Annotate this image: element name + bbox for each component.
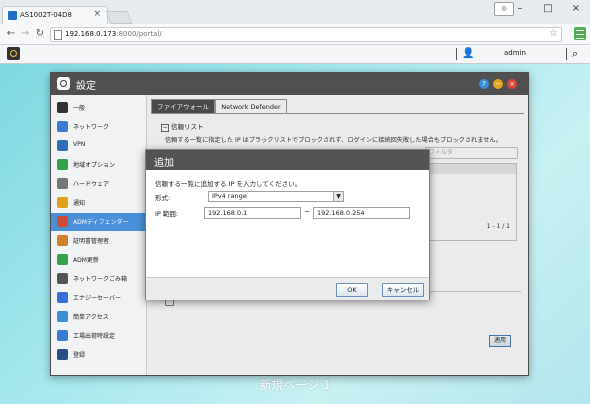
adm-home-icon[interactable] bbox=[7, 47, 20, 60]
hardware-icon bbox=[57, 178, 68, 189]
register-icon bbox=[57, 349, 68, 360]
format-select[interactable]: IPv4 range ▼ bbox=[208, 191, 344, 202]
new-tab-button[interactable] bbox=[105, 11, 133, 24]
sidebar-item-label: 一般 bbox=[73, 105, 86, 112]
browser-toolbar: ← → ↻ 192.168.0.173:8000/portal/ ☆ bbox=[0, 24, 590, 45]
ip-range-separator: ~ bbox=[304, 208, 310, 216]
settings-titlebar: 設定 ? − × bbox=[51, 73, 528, 95]
defender-icon bbox=[57, 216, 68, 227]
desktop-page-label: 新規ページ 1 bbox=[259, 378, 331, 392]
close-settings-icon[interactable]: × bbox=[507, 79, 517, 89]
url-text: 192.168.0.173:8000/portal/ bbox=[65, 30, 162, 38]
ok-button[interactable]: OK bbox=[336, 283, 368, 297]
sidebar-item-label: エナジーセーバー bbox=[73, 295, 121, 302]
sidebar-item[interactable]: 工場出荷時設定 bbox=[51, 327, 146, 345]
sidebar-item[interactable]: ADMディフェンダー bbox=[51, 213, 146, 231]
factory-reset-icon bbox=[57, 330, 68, 341]
minimize-button[interactable]: – bbox=[506, 0, 534, 18]
sidebar-item-label: ADMディフェンダー bbox=[73, 219, 129, 226]
username-label[interactable]: admin bbox=[504, 49, 526, 57]
sidebar-item-label: 通知 bbox=[73, 200, 86, 207]
certificate-icon bbox=[57, 235, 68, 246]
back-icon[interactable]: ← bbox=[4, 27, 18, 41]
sidebar-item-label: ADM更新 bbox=[73, 257, 99, 264]
dialog-footer: OK キャンセル bbox=[146, 277, 429, 300]
chevron-down-icon[interactable]: ▼ bbox=[333, 192, 343, 201]
dialog-body: 信頼する一覧に追加する IP を入力してください。 形式: IPv4 range… bbox=[146, 170, 429, 277]
settings-title: 設定 bbox=[76, 81, 96, 92]
sidebar-item[interactable]: 地域オプション bbox=[51, 156, 146, 174]
taskbar-divider bbox=[566, 48, 567, 60]
energy-icon bbox=[57, 292, 68, 303]
tab-close-icon[interactable]: × bbox=[93, 9, 101, 19]
vpn-icon bbox=[57, 140, 68, 151]
browser-tab[interactable]: AS1002T-04D8 × bbox=[2, 6, 108, 25]
minimize-window-icon[interactable]: − bbox=[493, 79, 503, 89]
maximize-button[interactable]: □ bbox=[534, 0, 562, 18]
browser-tab-strip: AS1002T-04D8 × ◎ – □ × bbox=[0, 0, 590, 25]
forward-icon[interactable]: → bbox=[18, 27, 32, 41]
settings-gear-icon bbox=[57, 77, 70, 90]
dialog-titlebar: 追加 bbox=[146, 150, 429, 170]
taskbar-divider bbox=[456, 48, 457, 60]
network-icon bbox=[57, 121, 68, 132]
add-dialog: 追加 信頼する一覧に追加する IP を入力してください。 形式: IPv4 ra… bbox=[145, 149, 430, 300]
close-window-button[interactable]: × bbox=[562, 0, 590, 18]
reload-icon[interactable]: ↻ bbox=[33, 27, 47, 41]
address-bar[interactable]: 192.168.0.173:8000/portal/ ☆ bbox=[50, 27, 562, 42]
sidebar-item[interactable]: ネットワークごみ箱 bbox=[51, 270, 146, 288]
sidebar-item[interactable]: 証明書管理者 bbox=[51, 232, 146, 250]
notification-icon bbox=[57, 197, 68, 208]
sidebar-item[interactable]: VPN bbox=[51, 137, 146, 155]
sidebar-item-label: ハードウェア bbox=[73, 181, 110, 188]
region-icon bbox=[57, 159, 68, 170]
sidebar-item[interactable]: 登録 bbox=[51, 346, 146, 364]
sidebar-item-label: 登録 bbox=[73, 352, 86, 359]
sidebar-item[interactable]: ネットワーク bbox=[51, 118, 146, 136]
sidebar-item-label: 地域オプション bbox=[73, 162, 116, 169]
sidebar-item[interactable]: 一般 bbox=[51, 99, 146, 117]
page-info-icon[interactable] bbox=[54, 30, 62, 40]
adm-taskbar: 👤 admin ⌕ bbox=[0, 45, 590, 64]
favicon-icon bbox=[8, 11, 17, 20]
sidebar-item-label: ネットワーク bbox=[73, 124, 110, 131]
update-icon bbox=[57, 254, 68, 265]
browser-menu-icon[interactable] bbox=[574, 27, 586, 40]
dialog-instruction: 信頼する一覧に追加する IP を入力してください。 bbox=[155, 180, 302, 188]
sidebar-item[interactable]: 通知 bbox=[51, 194, 146, 212]
sidebar-item[interactable]: ADM更新 bbox=[51, 251, 146, 269]
window-controls: – □ × bbox=[506, 0, 590, 18]
ip-range-label: IP 範囲: bbox=[155, 210, 179, 218]
sidebar-item[interactable]: 簡単アクセス bbox=[51, 308, 146, 326]
format-label: 形式: bbox=[155, 194, 171, 202]
sidebar-item[interactable]: エナジーセーバー bbox=[51, 289, 146, 307]
settings-sidebar: 一般ネットワーク VPN 地域オプション ハードウェア 通知 ADMディフェンダー 証明書管… bbox=[51, 95, 147, 375]
sidebar-item-label: VPN bbox=[73, 141, 86, 148]
ip-start-input[interactable]: 192.168.0.1 bbox=[204, 207, 301, 219]
bookmark-star-icon[interactable]: ☆ bbox=[549, 28, 558, 39]
cancel-button[interactable]: キャンセル bbox=[382, 283, 424, 297]
browser-tab-title: AS1002T-04D8 bbox=[20, 11, 72, 19]
format-value: IPv4 range bbox=[212, 192, 247, 200]
general-icon bbox=[57, 102, 68, 113]
sidebar-item[interactable]: ハードウェア bbox=[51, 175, 146, 193]
sidebar-item-label: ネットワークごみ箱 bbox=[73, 276, 128, 283]
sidebar-item-label: 工場出荷時設定 bbox=[73, 333, 116, 340]
sidebar-item-label: 証明書管理者 bbox=[73, 238, 110, 245]
recycle-bin-icon bbox=[57, 273, 68, 284]
sidebar-item-label: 簡単アクセス bbox=[73, 314, 109, 321]
search-icon[interactable]: ⌕ bbox=[572, 47, 578, 61]
dialog-title: 追加 bbox=[154, 158, 174, 169]
ip-end-input[interactable]: 192.168.0.254 bbox=[313, 207, 410, 219]
user-icon[interactable]: 👤 bbox=[462, 48, 474, 59]
easy-access-icon bbox=[57, 311, 68, 322]
help-icon[interactable]: ? bbox=[479, 79, 489, 89]
